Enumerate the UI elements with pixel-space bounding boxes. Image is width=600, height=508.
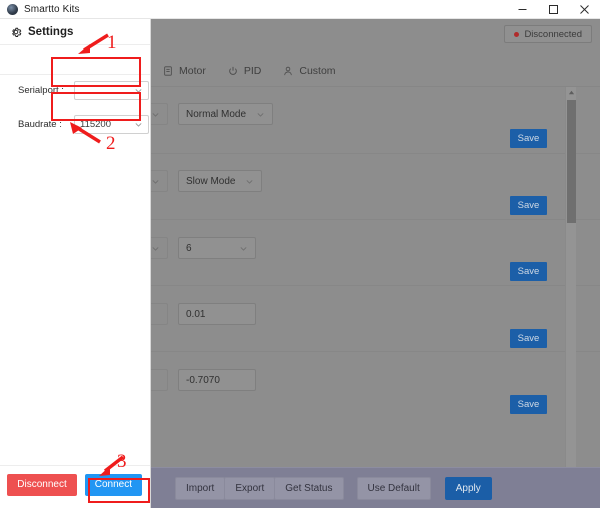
chevron-down-icon xyxy=(235,177,254,186)
settings-panel-title: Settings xyxy=(28,25,74,38)
row-2-right-select[interactable]: Slow Mode xyxy=(178,170,263,192)
tab-custom[interactable]: Custom xyxy=(272,55,346,87)
settings-panel: Settings Serialport : .... Baudrate : 11… xyxy=(0,19,151,508)
settings-panel-header: Settings xyxy=(0,19,150,45)
tab-pid[interactable]: PID xyxy=(217,55,273,87)
tab-motor-label: Motor xyxy=(179,64,206,77)
row-4-right-value: 0.01 xyxy=(186,308,206,320)
row-1-right-select[interactable]: Normal Mode xyxy=(178,103,274,125)
settings-panel-footer: Disconnect Connect xyxy=(0,461,150,508)
gear-icon xyxy=(10,26,22,38)
scroll-up-arrow-icon[interactable] xyxy=(566,87,576,98)
main-footer-toolbar: Import Export Get Status Use Default App… xyxy=(150,467,600,508)
baudrate-label: Baudrate : xyxy=(18,119,62,130)
row-controls: nal Mode Slow Mode xyxy=(150,170,263,192)
row-controls: nal Mode Normal Mode xyxy=(150,103,274,125)
serialport-field: Serialport : .... xyxy=(18,81,149,100)
tab-pid-label: PID xyxy=(243,64,262,77)
get-status-button[interactable]: Get Status xyxy=(274,476,344,500)
tab-custom-label: Custom xyxy=(299,64,336,77)
table-row: 0.01 Save xyxy=(150,286,600,352)
serialport-label: Serialport : xyxy=(18,85,64,96)
save-button[interactable]: Save xyxy=(510,262,547,281)
save-button[interactable]: Save xyxy=(510,395,547,414)
table-row: nal Mode Slow Mode Save xyxy=(150,154,600,220)
row-3-left-select[interactable] xyxy=(150,237,168,259)
tab-motor[interactable]: Motor xyxy=(152,55,217,87)
row-2-left-select[interactable]: nal Mode xyxy=(150,170,168,192)
row-3-right-select[interactable]: 6 xyxy=(178,237,256,259)
status-dot-icon xyxy=(514,31,520,37)
title-bar: Smartto Kits xyxy=(0,0,600,19)
app-logo-icon xyxy=(7,3,18,15)
chevron-down-icon xyxy=(150,110,160,119)
status-label: Disconnected xyxy=(524,28,582,40)
row-controls: 6 xyxy=(150,237,256,259)
close-button[interactable] xyxy=(569,0,600,19)
main-application-window: Disconnected Motor PID Custom Normal Mod… xyxy=(150,19,600,508)
baudrate-dropdown[interactable]: 115200 xyxy=(74,115,149,134)
baudrate-field: Baudrate : 115200 xyxy=(18,115,149,134)
scrollbar-thumb[interactable] xyxy=(567,100,576,223)
main-header: Disconnected xyxy=(150,19,600,55)
row-1-right-value: Normal Mode xyxy=(186,108,247,120)
save-button[interactable]: Save xyxy=(510,129,547,148)
table-row: 07 -0.7070 Save xyxy=(150,352,600,418)
panel-divider xyxy=(0,74,150,75)
app-root: Smartto Kits Disconnected Motor PID Cust… xyxy=(0,0,600,508)
row-4-left-input[interactable] xyxy=(150,303,168,325)
row-controls: 07 -0.7070 xyxy=(150,369,256,391)
row-5-right-input[interactable]: -0.7070 xyxy=(178,369,256,391)
window-controls xyxy=(507,0,600,19)
export-button[interactable]: Export xyxy=(224,476,276,500)
settings-rows-container: nal Mode Normal Mode Save xyxy=(150,87,600,486)
power-icon xyxy=(228,66,238,76)
row-3-right-value: 6 xyxy=(186,242,192,254)
person-icon xyxy=(283,66,293,76)
row-5-right-value: -0.7070 xyxy=(186,374,220,386)
chevron-down-icon xyxy=(134,120,143,129)
minimize-button[interactable] xyxy=(507,0,538,19)
table-row: nal Mode Normal Mode Save xyxy=(150,87,600,154)
chevron-down-icon xyxy=(134,86,143,95)
row-controls: 0.01 xyxy=(150,303,256,325)
serialport-value: .... xyxy=(80,85,91,96)
import-button[interactable]: Import xyxy=(175,476,226,500)
tab-bar: Motor PID Custom xyxy=(150,55,600,87)
chevron-down-icon xyxy=(150,177,160,186)
vertical-scrollbar[interactable] xyxy=(565,87,576,486)
save-button[interactable]: Save xyxy=(510,329,547,348)
chevron-down-icon xyxy=(150,244,160,253)
use-default-button[interactable]: Use Default xyxy=(356,476,431,500)
row-2-right-value: Slow Mode xyxy=(186,175,236,187)
table-row: 6 Save xyxy=(150,220,600,286)
window-title: Smartto Kits xyxy=(24,3,80,15)
save-button[interactable]: Save xyxy=(510,196,547,215)
status-badge: Disconnected xyxy=(504,25,592,43)
connect-button[interactable]: Connect xyxy=(84,473,142,496)
baudrate-value: 115200 xyxy=(80,119,111,130)
row-4-right-input[interactable]: 0.01 xyxy=(178,303,256,325)
motor-board-icon xyxy=(163,65,173,76)
serialport-dropdown[interactable]: .... xyxy=(74,81,149,100)
maximize-button[interactable] xyxy=(538,0,569,19)
chevron-down-icon xyxy=(246,110,265,119)
apply-button[interactable]: Apply xyxy=(444,476,492,500)
chevron-down-icon xyxy=(229,244,248,253)
disconnect-button[interactable]: Disconnect xyxy=(7,473,77,496)
row-5-left-input[interactable]: 07 xyxy=(150,369,168,391)
row-1-left-select[interactable]: nal Mode xyxy=(150,103,168,125)
